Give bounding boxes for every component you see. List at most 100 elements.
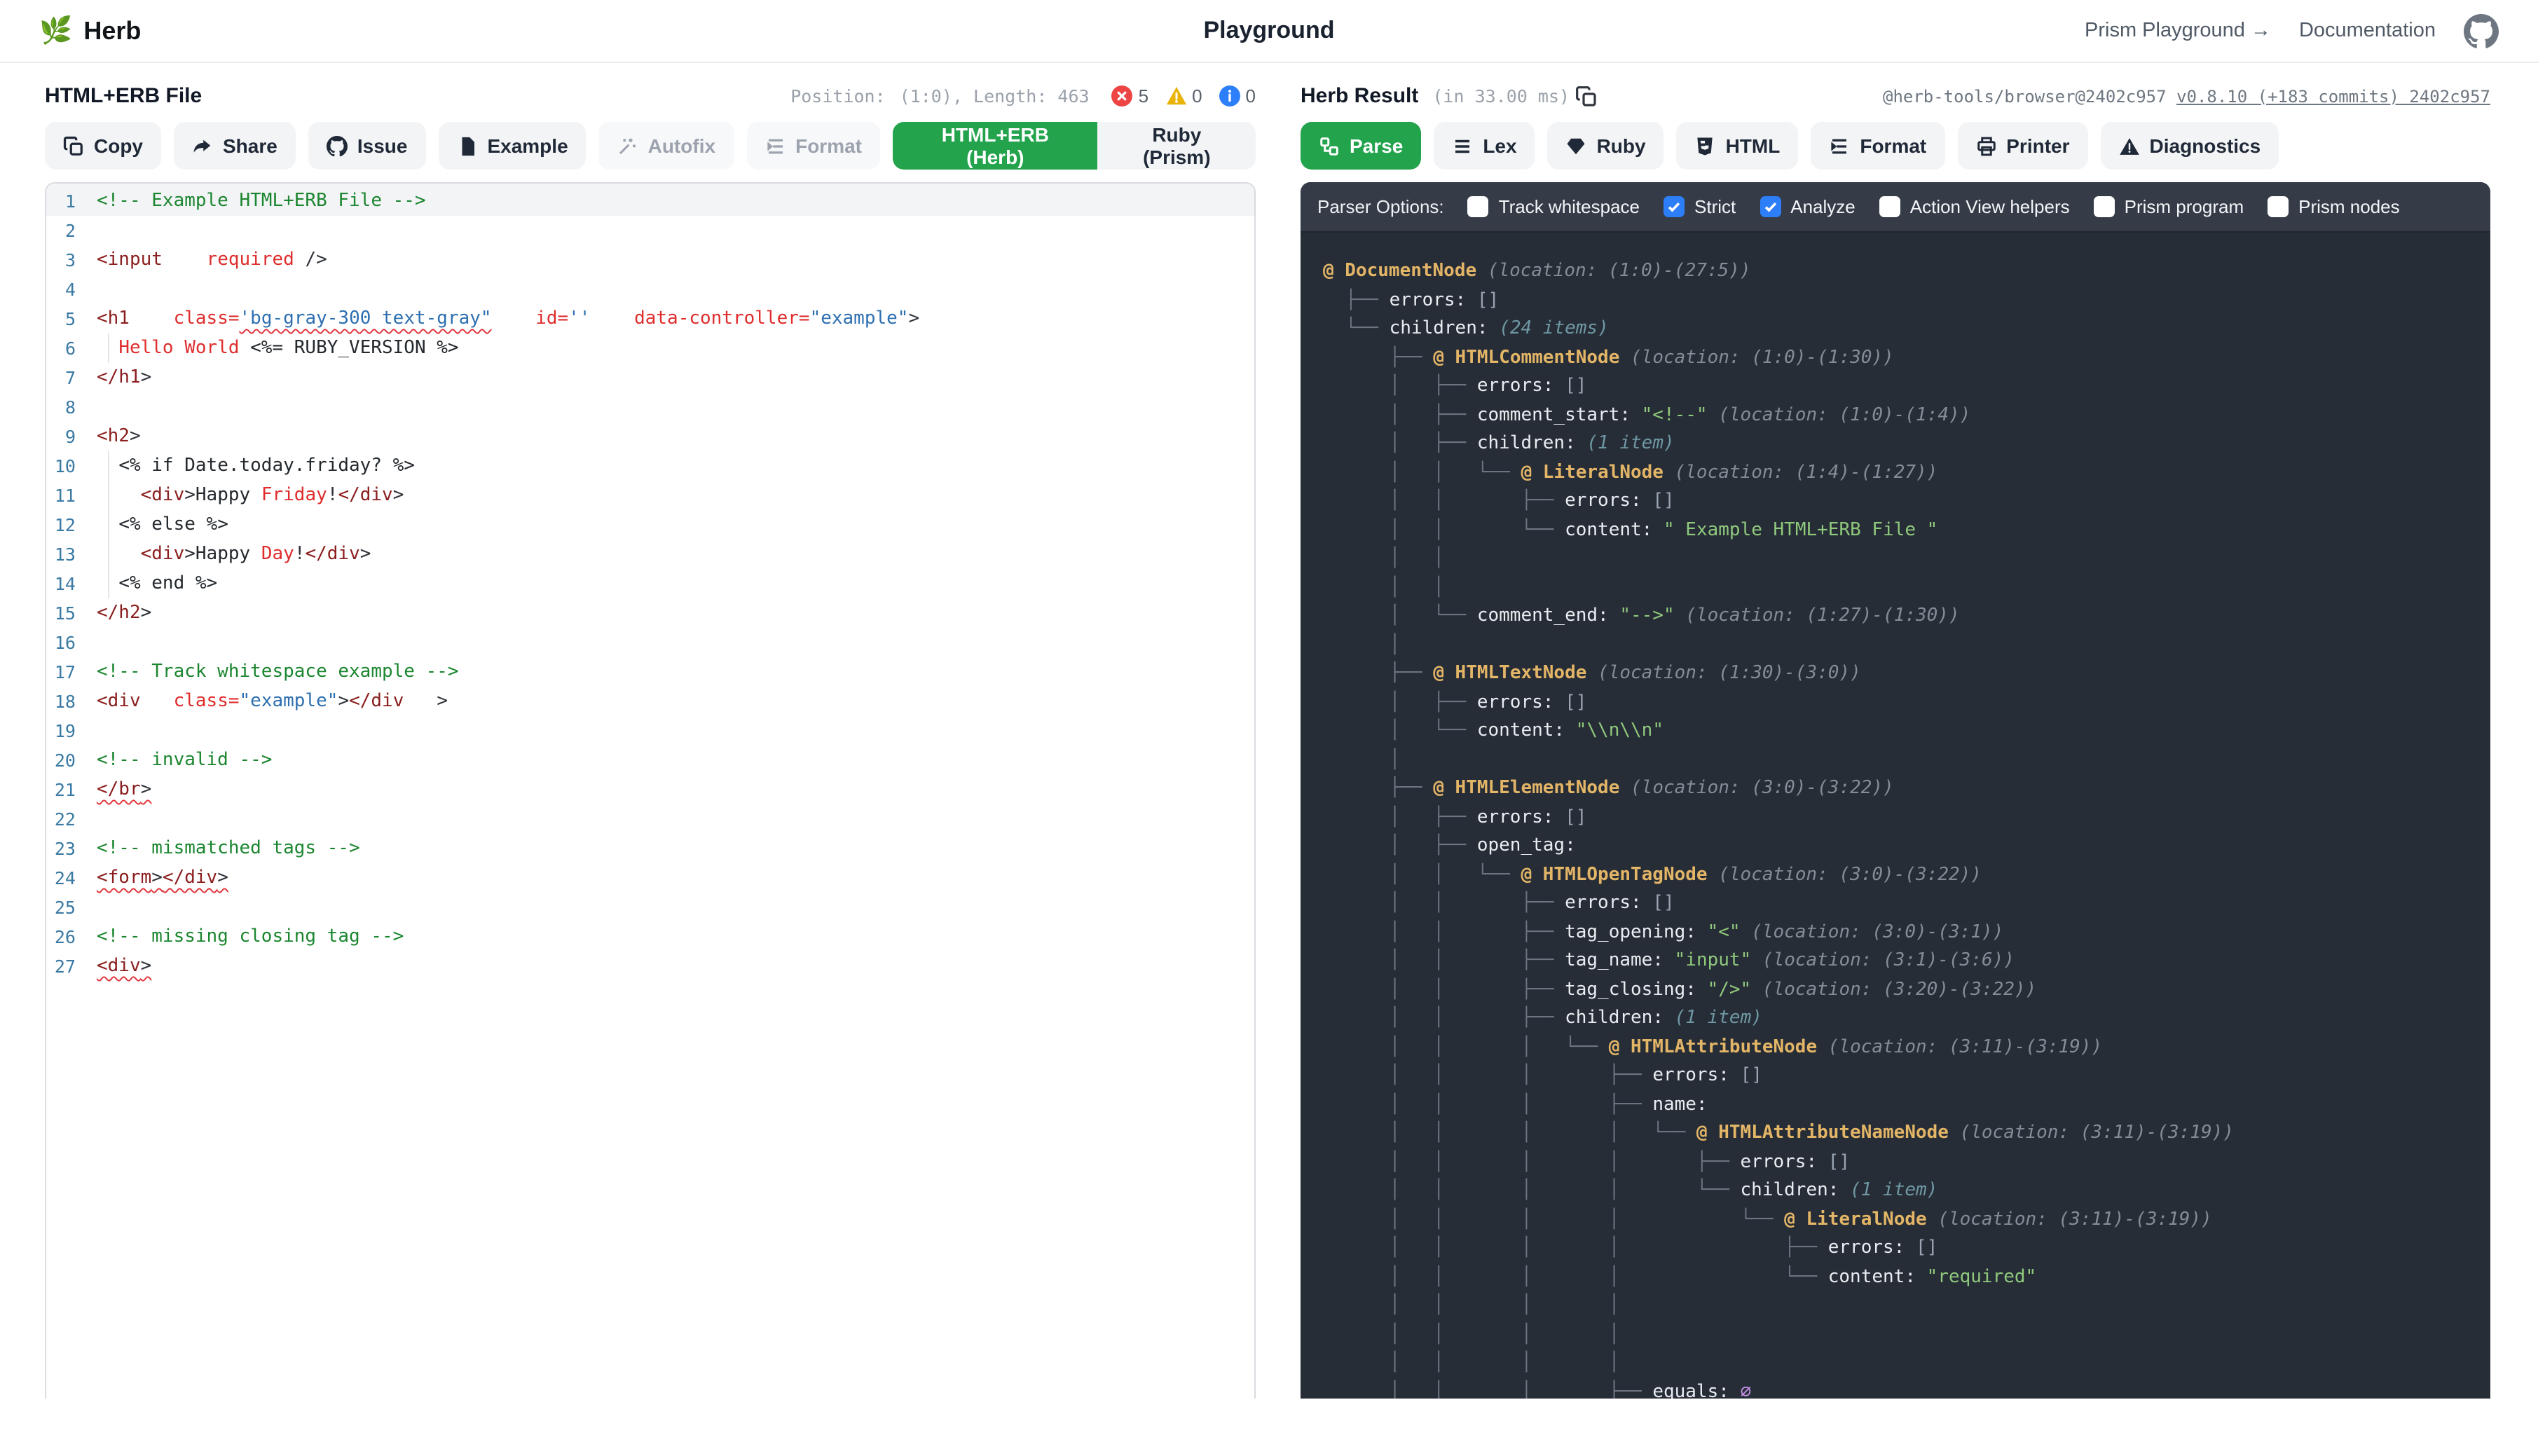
lex-button[interactable]: Lex [1434,122,1535,170]
diagnostics-button[interactable]: Diagnostics [2101,122,2279,170]
parse-button[interactable]: Parse [1301,122,1421,170]
code-line[interactable]: 14 <% end %> [46,569,1254,598]
tab-html-erb-herb[interactable]: HTML+ERB (Herb) [893,122,1098,170]
copy-result-icon[interactable] [1575,85,1598,107]
checkbox-icon[interactable] [2268,196,2289,217]
code-line[interactable]: 11 <div>Happy Friday!</div> [46,481,1254,510]
ast-line: ├── errors: [] [1323,287,2490,315]
code-line[interactable]: 17<!-- Track whitespace example --> [46,657,1254,687]
code-line[interactable]: 8 [46,392,1254,422]
code-line[interactable]: 26<!-- missing closing tag --> [46,922,1254,952]
checkbox-checked-icon[interactable] [1760,196,1781,217]
code-line[interactable]: 7</h1> [46,363,1254,392]
code-line[interactable]: 5<h1 class='bg-gray-300 text-gray" id=''… [46,304,1254,334]
line-number[interactable]: 15 [46,598,88,628]
line-number[interactable]: 12 [46,510,88,540]
line-number[interactable]: 6 [46,334,88,363]
code-line[interactable]: 24<form></div> [46,863,1254,893]
printer-button[interactable]: Printer [1957,122,2087,170]
ast-tree-output[interactable]: @ DocumentNode (location: (1:0)-(27:5))├… [1301,233,2490,1399]
gem-icon [1566,135,1587,156]
code-line[interactable]: 27<div> [46,952,1254,981]
html-button[interactable]: HTML [1677,122,1799,170]
copy-button[interactable]: Copy [45,122,161,170]
parser-options-label: Parser Options: [1317,196,1444,217]
line-number[interactable]: 23 [46,834,88,863]
tab-ruby-prism[interactable]: Ruby (Prism) [1098,122,1256,170]
parse-tree-icon [1319,135,1340,156]
code-line[interactable]: 10 <% if Date.today.friday? %> [46,451,1254,481]
line-number[interactable]: 9 [46,422,88,451]
code-line[interactable]: 9<h2> [46,422,1254,451]
checkbox-checked-icon[interactable] [1664,196,1685,217]
code-line[interactable]: 16 [46,628,1254,657]
checkbox-icon[interactable] [1879,196,1900,217]
checkbox-icon[interactable] [1468,196,1489,217]
autofix-button[interactable]: Autofix [599,122,734,170]
code-line[interactable]: 15</h2> [46,598,1254,628]
line-number[interactable]: 8 [46,392,88,422]
ruby-button[interactable]: Ruby [1548,122,1664,170]
github-icon[interactable] [2464,13,2499,48]
brand[interactable]: 🌿 Herb [39,14,460,48]
error-icon [1112,85,1133,107]
parser-option[interactable]: Action View helpers [1879,196,2070,217]
parser-option-label: Prism nodes [2298,196,2400,217]
line-number[interactable]: 13 [46,540,88,569]
page-title: Playground [460,17,2078,45]
line-number[interactable]: 20 [46,746,88,775]
line-number[interactable]: 2 [46,216,88,245]
documentation-link[interactable]: Documentation [2299,20,2436,42]
line-number[interactable]: 19 [46,716,88,746]
code-line[interactable]: 21</br> [46,775,1254,804]
code-line[interactable]: 13 <div>Happy Day!</div> [46,540,1254,569]
format-result-button[interactable]: Format [1811,122,1944,170]
example-button[interactable]: Example [438,122,586,170]
line-number[interactable]: 5 [46,304,88,334]
code-line[interactable]: 22 [46,804,1254,834]
code-line[interactable]: 3<input required /> [46,245,1254,275]
share-button[interactable]: Share [174,122,296,170]
code-line[interactable]: 6 Hello World <%= RUBY_VERSION %> [46,334,1254,363]
line-number[interactable]: 3 [46,245,88,275]
line-number[interactable]: 7 [46,363,88,392]
parser-option[interactable]: Strict [1664,196,1736,217]
line-number[interactable]: 11 [46,481,88,510]
code-line[interactable]: 23<!-- mismatched tags --> [46,834,1254,863]
code-line[interactable]: 2 [46,216,1254,245]
ast-line: │ │ └── content: " Example HTML+ERB File… [1323,516,2490,545]
code-line[interactable]: 4 [46,275,1254,304]
code-line[interactable]: 1<!-- Example HTML+ERB File --> [46,184,1254,216]
line-number[interactable]: 24 [46,863,88,893]
issue-button[interactable]: Issue [308,122,426,170]
line-number[interactable]: 16 [46,628,88,657]
line-number[interactable]: 25 [46,893,88,922]
line-number[interactable]: 26 [46,922,88,952]
checkbox-icon[interactable] [2094,196,2115,217]
parser-option[interactable]: Prism nodes [2268,196,2400,217]
line-number[interactable]: 14 [46,569,88,598]
line-number[interactable]: 4 [46,275,88,304]
format-button[interactable]: Format [746,122,880,170]
parser-option-label: Prism program [2125,196,2244,217]
prism-playground-link[interactable]: Prism Playground → [2085,20,2271,42]
line-number[interactable]: 1 [46,186,88,216]
line-number[interactable]: 10 [46,451,88,481]
code-line[interactable]: 25 [46,893,1254,922]
parser-option[interactable]: Track whitespace [1468,196,1640,217]
parser-option[interactable]: Prism program [2094,196,2244,217]
parser-option[interactable]: Analyze [1760,196,1856,217]
version-link[interactable]: v0.8.10 (+183 commits) 2402c957 [2176,86,2490,106]
code-line[interactable]: 20<!-- invalid --> [46,746,1254,775]
line-number[interactable]: 17 [46,657,88,687]
line-number[interactable]: 22 [46,804,88,834]
line-number[interactable]: 18 [46,687,88,716]
github-issue-icon [327,135,348,156]
list-icon [1452,135,1473,156]
code-line[interactable]: 12 <% else %> [46,510,1254,540]
code-line[interactable]: 18<div class="example"></div > [46,687,1254,716]
code-editor[interactable]: 1<!-- Example HTML+ERB File -->2 3<input… [45,182,1256,1399]
line-number[interactable]: 21 [46,775,88,804]
code-line[interactable]: 19 [46,716,1254,746]
line-number[interactable]: 27 [46,952,88,981]
